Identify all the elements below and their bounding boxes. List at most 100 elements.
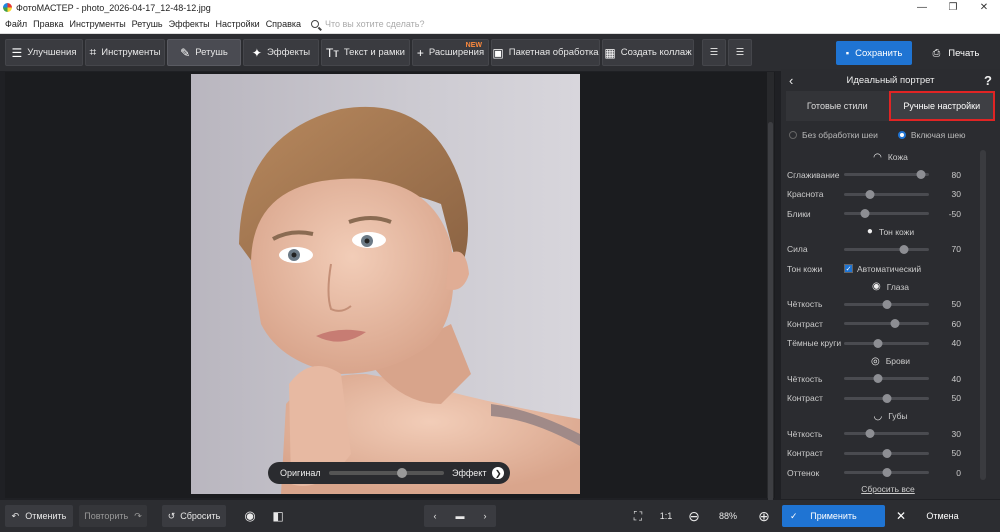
lip-tint-knob[interactable]	[882, 468, 891, 478]
redo-button[interactable]: Повторить ↷	[79, 505, 147, 527]
row-strength: Сила 70	[781, 240, 1000, 260]
menu-edit[interactable]: Правка	[33, 19, 63, 29]
eye-clarity-slider[interactable]	[844, 299, 929, 309]
save-button[interactable]: ▪ Сохранить	[836, 41, 912, 65]
tab-manual-settings[interactable]: Ручные настройки	[888, 91, 995, 121]
radio-with-neck[interactable]	[897, 131, 906, 139]
reset-label: Сбросить	[180, 511, 221, 521]
brow-contrast-knob[interactable]	[882, 393, 891, 403]
zoom-level: 88%	[718, 511, 737, 521]
add-layer-button[interactable]: ☰	[702, 39, 726, 66]
cancel-button[interactable]: ✕ Отмена	[890, 505, 995, 527]
reset-all-link[interactable]: Сбросить все	[781, 484, 995, 494]
radio-without-neck[interactable]	[789, 131, 797, 139]
lip-contrast-value: 50	[951, 448, 961, 459]
collage-button[interactable]: ▦ Создать коллаж	[602, 39, 694, 66]
batch-label: Пакетная обработка	[508, 47, 599, 58]
eye-preview-icon[interactable]: ◉	[240, 505, 260, 527]
zoom-in-icon[interactable]: ⊕	[756, 505, 772, 527]
section-skin-tone: ● Тон кожи	[781, 224, 1000, 240]
lip-clarity-slider[interactable]	[844, 429, 929, 439]
lip-contrast-knob[interactable]	[882, 448, 891, 458]
tab-text-frames[interactable]: Tт Текст и рамки	[321, 39, 410, 66]
menu-help[interactable]: Справка	[266, 19, 301, 29]
scrollbar-thumb[interactable]	[768, 122, 773, 502]
eye-clarity-knob[interactable]	[882, 299, 891, 309]
menu-search[interactable]: Что вы хотите сделать?	[311, 19, 425, 29]
section-skin-label: Кожа	[887, 152, 908, 162]
help-icon[interactable]: ?	[984, 73, 992, 88]
brow-clarity-knob[interactable]	[873, 374, 883, 384]
strength-slider[interactable]	[844, 244, 929, 254]
workspace-scrollbar[interactable]	[767, 72, 774, 502]
dark-circles-knob[interactable]	[873, 338, 883, 348]
apply-button[interactable]: ✓ Применить	[782, 505, 885, 527]
back-arrow-icon[interactable]: ‹	[789, 73, 793, 88]
dark-circles-slider[interactable]	[844, 338, 929, 348]
eye-contrast-knob[interactable]	[890, 319, 900, 329]
check-icon: ✓	[790, 510, 798, 521]
menu-effects[interactable]: Эффекты	[169, 19, 210, 29]
portrait-photo	[239, 106, 580, 494]
drop-icon: ●	[866, 226, 873, 237]
eye-contrast-slider[interactable]	[844, 319, 929, 329]
strength-knob[interactable]	[899, 244, 908, 254]
arrow-right-icon[interactable]: ❯	[492, 467, 504, 479]
glare-knob[interactable]	[860, 209, 870, 219]
panel-scrollbar[interactable]	[980, 150, 986, 480]
lip-contrast-label: Контраст	[787, 448, 823, 459]
compare-track[interactable]	[328, 468, 444, 478]
brow-contrast-slider[interactable]	[844, 393, 929, 403]
lip-contrast-slider[interactable]	[844, 448, 929, 458]
photo-canvas[interactable]	[191, 74, 580, 494]
menu-retouch[interactable]: Ретушь	[132, 19, 163, 29]
lip-clarity-knob[interactable]	[865, 429, 874, 439]
before-after-slider[interactable]: Оригинал Эффект ❯	[268, 462, 510, 484]
compare-knob[interactable]	[396, 468, 407, 478]
compare-split-icon[interactable]: ◧	[268, 505, 288, 527]
zoom-100-button[interactable]: 1:1	[655, 505, 677, 527]
menu-file[interactable]: Файл	[5, 19, 27, 29]
smoothing-slider[interactable]	[844, 170, 929, 180]
section-lips-label: Губы	[888, 411, 908, 421]
section-eyes: ◉ Глаза	[781, 279, 1000, 295]
dark-circles-label: Тёмные круги	[787, 338, 842, 349]
print-button[interactable]: ⎙ Печать	[918, 41, 994, 65]
tab-ready-styles[interactable]: Готовые стили	[786, 91, 889, 121]
lip-tint-slider[interactable]	[844, 468, 929, 478]
fit-screen-icon[interactable]: ⛶	[628, 505, 648, 527]
redness-knob[interactable]	[865, 189, 874, 199]
save-label: Сохранить	[855, 47, 903, 59]
brow-clarity-slider[interactable]	[844, 374, 929, 384]
undo-label: Отменить	[25, 511, 67, 521]
strength-label: Сила	[787, 244, 808, 255]
smoothing-knob[interactable]	[916, 170, 925, 180]
auto-checkbox[interactable]: ✓	[844, 264, 853, 274]
eye-contrast-value: 60	[951, 318, 961, 329]
maximize-icon[interactable]: ❐	[938, 0, 968, 15]
prev-icon[interactable]: ‹	[434, 511, 437, 521]
tab-retouch[interactable]: ✎ Ретушь	[167, 39, 241, 66]
retouch-panel: ‹ Идеальный портрет ? Готовые стили Ручн…	[781, 69, 1000, 499]
reset-button[interactable]: ↺ Сбросить	[162, 505, 226, 527]
tab-tools[interactable]: ⌗ Инструменты	[85, 39, 165, 66]
tab-effects[interactable]: ✦ Эффекты	[243, 39, 319, 66]
tab-extensions[interactable]: + Расширения NEW	[412, 39, 489, 66]
batch-button[interactable]: ▣ Пакетная обработка	[491, 39, 600, 66]
folder-icon[interactable]: ▬	[456, 511, 465, 521]
menu-tools[interactable]: Инструменты	[70, 19, 126, 29]
brush-icon: ✎	[180, 45, 191, 60]
undo-button[interactable]: ↶ Отменить	[5, 505, 73, 527]
row-tone: Тон кожи ✓ Автоматический	[781, 259, 1000, 279]
menu-settings[interactable]: Настройки	[216, 19, 260, 29]
redness-slider[interactable]	[844, 189, 929, 199]
eye-clarity-label: Чёткость	[787, 299, 823, 310]
minimize-icon[interactable]: —	[907, 0, 937, 15]
history-button[interactable]: ☰	[728, 39, 752, 66]
original-label: Оригинал	[280, 468, 321, 478]
glare-slider[interactable]	[844, 209, 929, 219]
tab-improve[interactable]: ☰ Улучшения	[5, 39, 83, 66]
close-icon[interactable]: ✕	[969, 0, 999, 15]
zoom-out-icon[interactable]: ⊖	[686, 505, 702, 527]
next-icon[interactable]: ›	[484, 511, 487, 521]
